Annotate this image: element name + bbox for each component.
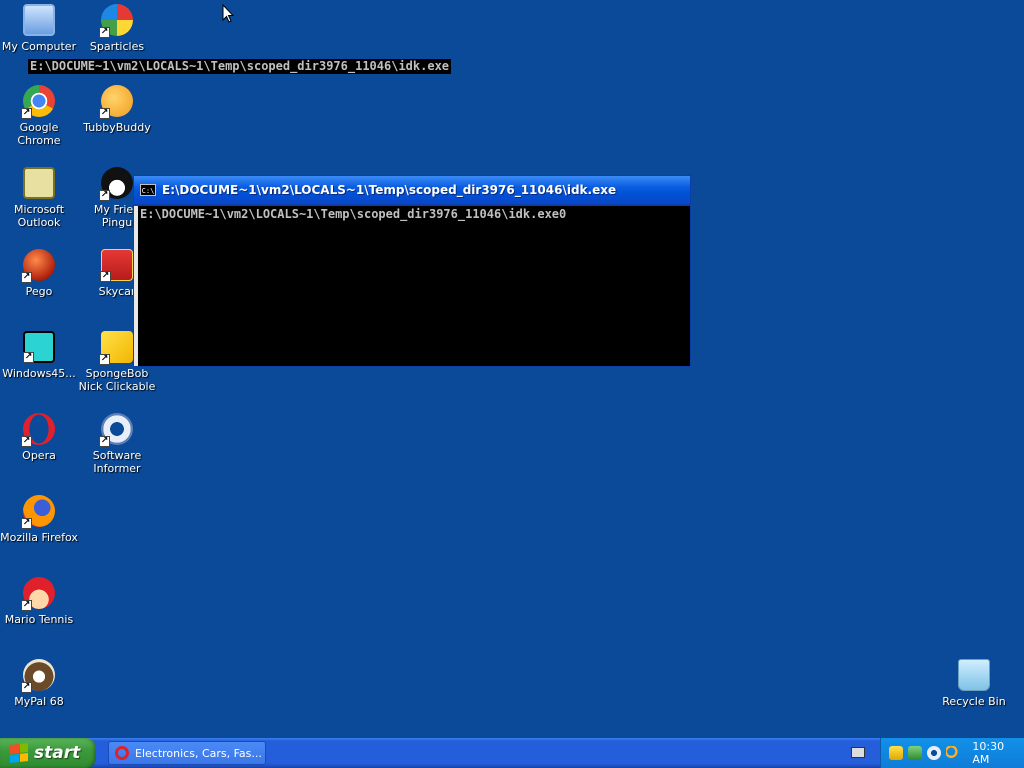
start-button[interactable]: start: [0, 738, 96, 768]
desktop-icon-recycle-bin[interactable]: Recycle Bin: [935, 659, 1013, 708]
icon-label: My Computer: [1, 40, 77, 53]
desktop-icon-opera[interactable]: ↗ Opera: [0, 413, 78, 462]
windows-logo-icon: [10, 743, 28, 763]
clock[interactable]: 10:30 AM: [972, 740, 1024, 766]
tubbybuddy-icon: ↗: [99, 85, 133, 119]
mouse-cursor-icon: [222, 4, 234, 23]
software-informer-icon: ↗: [99, 413, 133, 447]
icon-label: Software Informer: [92, 449, 142, 475]
desktop-icon-software-informer[interactable]: ↗ Software Informer: [78, 413, 156, 475]
desktop-icon-tubbybuddy[interactable]: ↗ TubbyBuddy: [78, 85, 156, 134]
icon-label: SpongeBob Nick Clickable: [78, 367, 156, 393]
mario-tennis-icon: ↗: [21, 577, 55, 611]
icon-label: Pego: [25, 285, 53, 298]
software-informer-tray-icon[interactable]: [926, 746, 941, 760]
console-icon: C:\: [140, 184, 156, 196]
skycar-icon: ↗: [100, 249, 133, 282]
desktop-icon-sparticles[interactable]: ↗ Sparticles: [78, 4, 156, 53]
desktop-icon-windows45[interactable]: ↗ Windows45...: [0, 331, 78, 380]
console-body[interactable]: E:\DOCUME~1\vm2\LOCALS~1\Temp\scoped_dir…: [138, 206, 690, 366]
pingu-icon: ↗: [99, 167, 133, 201]
icon-label: Windows45...: [2, 367, 76, 380]
system-tray: 10:30 AM: [880, 738, 1024, 768]
console-window[interactable]: C:\ E:\DOCUME~1\vm2\LOCALS~1\Temp\scoped…: [133, 175, 691, 367]
computer-icon: [23, 4, 55, 36]
mypal-icon: ↗: [21, 659, 55, 693]
outlook-icon: [23, 167, 55, 199]
sparticles-icon: ↗: [99, 4, 133, 38]
icon-label: Recycle Bin: [942, 695, 1006, 708]
desktop-icon-google-chrome[interactable]: ↗ Google Chrome: [0, 85, 78, 147]
desktop-icon-mypal[interactable]: ↗ MyPal 68: [0, 659, 78, 708]
icon-label: Google Chrome: [17, 121, 61, 147]
firefox-icon: ↗: [21, 495, 55, 529]
icon-label: Microsoft Outlook: [13, 203, 65, 229]
chrome-icon: ↗: [21, 85, 55, 119]
search-icon[interactable]: [945, 746, 960, 760]
icon-label: Mario Tennis: [4, 613, 74, 626]
taskbar-item-label: Electronics, Cars, Fas...: [135, 746, 262, 760]
console-title: E:\DOCUME~1\vm2\LOCALS~1\Temp\scoped_dir…: [162, 183, 617, 197]
pego-icon: ↗: [21, 249, 55, 283]
opera-icon: ↗: [21, 413, 55, 447]
security-shield-icon[interactable]: [889, 746, 903, 760]
icon-label: Sparticles: [89, 40, 145, 53]
desktop-icon-mozilla-firefox[interactable]: ↗ Mozilla Firefox: [0, 495, 78, 544]
taskbar-item-opera[interactable]: Electronics, Cars, Fas...: [108, 741, 266, 765]
opera-icon: [115, 746, 129, 760]
network-icon[interactable]: [907, 746, 922, 760]
desktop-icon-pego[interactable]: ↗ Pego: [0, 249, 78, 298]
console-output: E:\DOCUME~1\vm2\LOCALS~1\Temp\scoped_dir…: [140, 207, 567, 221]
icon-label: TubbyBuddy: [83, 121, 151, 134]
windows45-icon: ↗: [23, 331, 55, 363]
icon-label: Opera: [22, 449, 56, 462]
desktop-icon-mario-tennis[interactable]: ↗ Mario Tennis: [0, 577, 78, 626]
start-label: start: [34, 743, 81, 763]
desktop-icon-microsoft-outlook[interactable]: Microsoft Outlook: [0, 167, 78, 229]
icon-label: MyPal 68: [14, 695, 64, 708]
console-titlebar[interactable]: C:\ E:\DOCUME~1\vm2\LOCALS~1\Temp\scoped…: [134, 176, 690, 205]
desktop-cmdline-text: E:\DOCUME~1\vm2\LOCALS~1\Temp\scoped_dir…: [28, 59, 452, 74]
taskbar: start Electronics, Cars, Fas... 10:30 AM: [0, 738, 1024, 768]
keyboard-icon[interactable]: [851, 747, 865, 758]
desktop-icon-my-computer[interactable]: My Computer: [0, 4, 78, 53]
recycle-bin-icon: [958, 659, 990, 691]
icon-label: Skycar: [98, 285, 136, 298]
icon-label: Mozilla Firefox: [0, 531, 78, 544]
spongebob-icon: ↗: [99, 331, 133, 365]
